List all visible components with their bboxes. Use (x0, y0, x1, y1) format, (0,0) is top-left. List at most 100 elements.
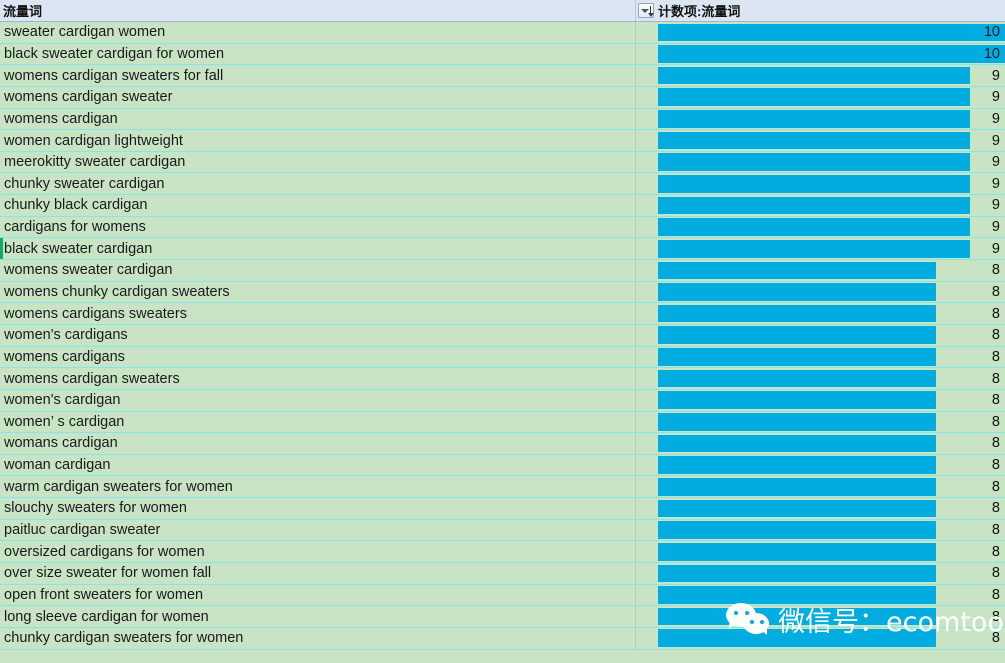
data-bar (658, 174, 971, 193)
row-bar-cell[interactable]: 8 (636, 520, 1005, 541)
bar-track (658, 456, 1005, 474)
row-label-cell[interactable]: women's cardigan (0, 389, 636, 411)
row-label-cell[interactable]: paitluc cardigan sweater (0, 519, 636, 541)
row-bar-cell[interactable]: 10 (636, 22, 1005, 43)
table-row[interactable]: black sweater cardigan 9 (0, 238, 1005, 261)
row-bar-cell[interactable]: 9 (636, 195, 1005, 216)
row-bar-cell[interactable]: 9 (636, 238, 1005, 259)
row-bar-cell[interactable]: 9 (636, 109, 1005, 130)
row-bar-cell[interactable]: 9 (636, 65, 1005, 86)
row-bar-cell[interactable]: 8 (636, 476, 1005, 497)
table-row[interactable]: womens chunky cardigan sweaters 8 (0, 281, 1005, 304)
table-row[interactable]: women’ s cardigan 8 (0, 411, 1005, 434)
row-label-cell[interactable]: oversized cardigans for women (0, 541, 636, 563)
table-row[interactable]: womens cardigan sweaters 8 (0, 368, 1005, 390)
row-bar-cell[interactable]: 8 (636, 303, 1005, 324)
row-label-cell[interactable]: womens chunky cardigan sweaters (0, 281, 636, 303)
row-label-cell[interactable]: open front sweaters for women (0, 584, 636, 606)
row-bar-cell[interactable]: 8 (636, 390, 1005, 411)
table-row[interactable]: womens cardigan sweater 9 (0, 86, 1005, 109)
row-bar-cell[interactable]: 8 (636, 606, 1005, 627)
row-label-cell[interactable]: women’ s cardigan (0, 411, 636, 433)
table-row[interactable]: womens sweater cardigan 8 (0, 260, 1005, 282)
filter-sort-dropdown-icon[interactable] (638, 3, 654, 18)
row-label-cell[interactable]: over size sweater for women fall (0, 563, 636, 584)
row-bar-cell[interactable]: 8 (636, 541, 1005, 562)
row-bar-cell[interactable]: 8 (636, 325, 1005, 346)
row-label-cell[interactable]: womens cardigan sweaters (0, 368, 636, 389)
table-row[interactable]: open front sweaters for women 8 (0, 584, 1005, 607)
row-bar-cell[interactable]: 8 (636, 433, 1005, 454)
table-row[interactable]: sweater cardigan women 10 (0, 22, 1005, 44)
row-label-cell[interactable]: womens sweater cardigan (0, 260, 636, 281)
row-label-cell[interactable]: woman cardigan (0, 454, 636, 476)
row-label-cell[interactable]: womans cardigan (0, 433, 636, 454)
table-row[interactable]: cardigans for womens 9 (0, 216, 1005, 239)
row-bar-cell[interactable]: 8 (636, 455, 1005, 476)
table-row[interactable]: black sweater cardigan for women 10 (0, 43, 1005, 66)
table-row[interactable]: womens cardigan sweaters for fall 9 (0, 65, 1005, 87)
row-bar-cell[interactable]: 8 (636, 563, 1005, 584)
row-bar-cell[interactable]: 9 (636, 87, 1005, 108)
column-header-keyword[interactable]: 流量词 (0, 0, 636, 21)
row-label-cell[interactable]: womens cardigan sweater (0, 86, 636, 108)
row-label-cell[interactable]: women's cardigans (0, 324, 636, 346)
bar-value-label: 8 (991, 413, 1000, 430)
row-bar-cell[interactable]: 8 (636, 347, 1005, 368)
row-label-cell[interactable]: chunky cardigan sweaters for women (0, 627, 636, 649)
row-bar-cell[interactable]: 10 (636, 44, 1005, 65)
table-row[interactable]: chunky cardigan sweaters for women 8 (0, 627, 1005, 650)
table-row[interactable]: slouchy sweaters for women 8 (0, 498, 1005, 520)
table-row[interactable]: women's cardigans 8 (0, 324, 1005, 347)
bar-value-label: 8 (991, 284, 1000, 300)
row-label-cell[interactable]: womens cardigans sweaters (0, 303, 636, 324)
bar-track (658, 66, 1005, 85)
table-row[interactable]: women cardigan lightweight 9 (0, 130, 1005, 152)
row-bar-cell[interactable]: 9 (636, 173, 1005, 194)
row-label-cell[interactable]: long sleeve cardigan for women (0, 606, 636, 627)
row-bar-cell[interactable]: 9 (636, 217, 1005, 238)
row-label-cell[interactable]: cardigans for womens (0, 216, 636, 238)
row-label-cell[interactable]: sweater cardigan women (0, 22, 636, 43)
row-bar-cell[interactable]: 9 (636, 152, 1005, 173)
row-bar-cell[interactable]: 9 (636, 130, 1005, 151)
table-row[interactable]: womens cardigans sweaters 8 (0, 303, 1005, 325)
row-label-cell[interactable]: black sweater cardigan (0, 238, 636, 260)
table-row[interactable]: meerokitty sweater cardigan 9 (0, 151, 1005, 174)
table-row[interactable]: paitluc cardigan sweater 8 (0, 519, 1005, 542)
row-bar-cell[interactable]: 8 (636, 412, 1005, 433)
table-row[interactable]: long sleeve cardigan for women 8 (0, 606, 1005, 628)
row-bar-cell[interactable]: 8 (636, 368, 1005, 389)
row-label-text: womens cardigan sweaters for fall (4, 67, 224, 84)
table-row[interactable]: woman cardigan 8 (0, 454, 1005, 477)
table-row[interactable]: women's cardigan 8 (0, 389, 1005, 412)
row-label-cell[interactable]: womens cardigans (0, 346, 636, 368)
table-row[interactable]: warm cardigan sweaters for women 8 (0, 476, 1005, 499)
column-header-count[interactable]: 计数项:流量词 (636, 0, 1005, 21)
row-label-cell[interactable]: womens cardigan (0, 108, 636, 130)
row-label-cell[interactable]: womens cardigan sweaters for fall (0, 65, 636, 86)
table-row[interactable]: chunky sweater cardigan 9 (0, 173, 1005, 196)
data-bar (658, 110, 971, 128)
row-label-cell[interactable]: meerokitty sweater cardigan (0, 151, 636, 173)
table-row[interactable]: chunky black cardigan 9 (0, 195, 1005, 217)
row-bar-cell[interactable]: 8 (636, 498, 1005, 519)
table-row[interactable]: oversized cardigans for women 8 (0, 541, 1005, 564)
row-label-cell[interactable]: chunky black cardigan (0, 195, 636, 216)
table-row[interactable]: womens cardigans 8 (0, 346, 1005, 369)
row-bar-cell[interactable]: 8 (636, 282, 1005, 303)
table-row[interactable]: womens cardigan 9 (0, 108, 1005, 131)
bar-track (658, 499, 1005, 518)
row-label-cell[interactable]: black sweater cardigan for women (0, 43, 636, 65)
row-label-cell[interactable]: warm cardigan sweaters for women (0, 476, 636, 498)
column-header-count-label: 计数项:流量词 (658, 4, 741, 19)
table-row[interactable]: womans cardigan 8 (0, 433, 1005, 455)
row-label-cell[interactable]: women cardigan lightweight (0, 130, 636, 151)
row-label-cell[interactable]: chunky sweater cardigan (0, 173, 636, 195)
table-row[interactable]: over size sweater for women fall 8 (0, 563, 1005, 585)
row-bar-cell[interactable]: 8 (636, 628, 1005, 649)
row-bar-cell[interactable]: 8 (636, 585, 1005, 606)
row-label-cell[interactable]: slouchy sweaters for women (0, 498, 636, 519)
bar-value-label: 10 (983, 24, 1000, 41)
row-bar-cell[interactable]: 8 (636, 260, 1005, 281)
